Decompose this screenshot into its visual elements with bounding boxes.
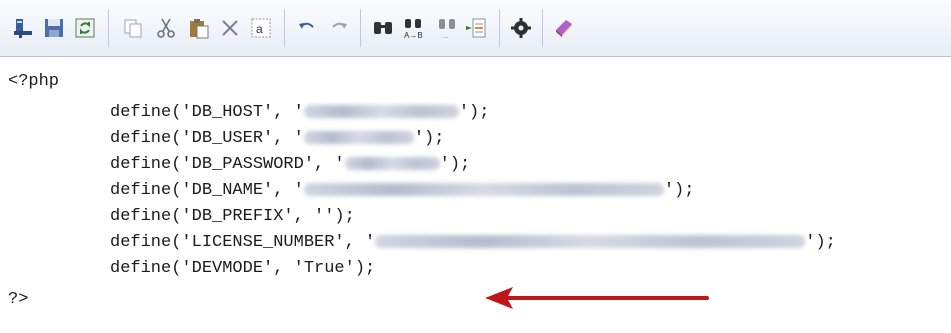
redacted-value xyxy=(344,157,440,171)
copy-icon[interactable] xyxy=(118,13,148,43)
refresh-icon[interactable] xyxy=(70,13,100,43)
replace-icon[interactable]: A→B xyxy=(398,13,428,43)
php-close-tag: ?> xyxy=(8,290,29,309)
paste-icon[interactable] xyxy=(184,13,214,43)
save-icon[interactable] xyxy=(39,13,69,43)
redacted-value xyxy=(375,235,806,249)
find-icon[interactable] xyxy=(368,13,398,43)
code-line-db-host: define('DB_HOST', ' '); xyxy=(110,103,490,122)
upload-icon[interactable] xyxy=(8,13,38,43)
svg-text:A→B: A→B xyxy=(404,31,423,40)
code-line-db-user: define('DB_USER', ' '); xyxy=(110,129,445,148)
undo-icon[interactable] xyxy=(292,13,322,43)
code-line-license-number: define('LICENSE_NUMBER', ' '); xyxy=(110,233,836,252)
settings-icon[interactable] xyxy=(506,13,536,43)
code-editor[interactable]: <?php define('DB_HOST', ' '); define('DB_… xyxy=(0,57,951,333)
code-line-devmode: define('DEVMODE', 'True'); xyxy=(110,259,376,278)
svg-text:...: ... xyxy=(442,31,449,40)
annotation-arrow xyxy=(485,287,709,309)
code-line-db-password: define('DB_PASSWORD', ' '); xyxy=(110,155,471,174)
code-line-db-prefix: define('DB_PREFIX', ''); xyxy=(110,207,355,226)
svg-text:a: a xyxy=(256,22,263,36)
cut-icon[interactable] xyxy=(151,13,181,43)
redacted-value xyxy=(303,183,664,197)
goto-line-icon[interactable] xyxy=(461,13,491,43)
redacted-value xyxy=(303,105,459,119)
code-line-db-name: define('DB_NAME', ' '); xyxy=(110,181,695,200)
delete-icon[interactable] xyxy=(215,13,245,43)
editor-toolbar: a A→B ... xyxy=(0,0,951,57)
php-open-tag: <?php xyxy=(8,72,60,91)
redacted-value xyxy=(303,131,414,145)
select-all-icon[interactable]: a xyxy=(246,13,276,43)
help-book-icon[interactable] xyxy=(549,13,579,43)
find-next-icon[interactable]: ... xyxy=(432,13,462,43)
redo-icon[interactable] xyxy=(324,13,354,43)
